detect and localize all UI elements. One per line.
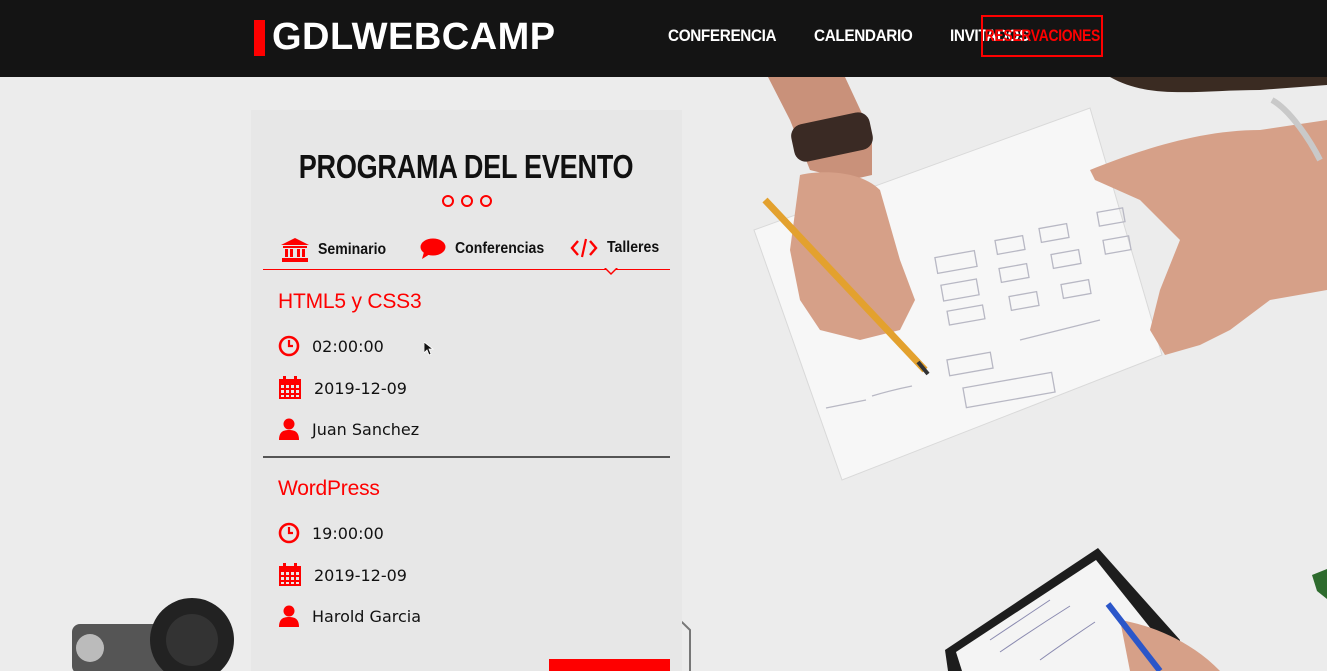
main-nav: CONFERENCIA CALENDARIO INVITADOS RESERVA… xyxy=(668,15,1103,57)
user-icon xyxy=(279,605,299,627)
code-icon xyxy=(570,238,598,258)
program-tabs: Seminario Conferencias Talleres xyxy=(263,232,670,275)
logo-text: GDLWEBCAMP xyxy=(272,16,556,58)
nav-reservaciones-label: RESERVACIONES xyxy=(984,26,1100,45)
program-title: PROGRAMA DEL EVENTO xyxy=(299,148,634,185)
event-title: HTML5 y CSS3 xyxy=(278,290,422,313)
bank-icon xyxy=(281,238,309,262)
mouse-cursor-icon xyxy=(424,342,434,356)
tab-label: Talleres xyxy=(607,239,660,256)
event-time-value: 19:00:00 xyxy=(312,523,384,543)
event-speaker-value: Harold Garcia xyxy=(312,606,422,626)
event-speaker-value: Juan Sanchez xyxy=(312,419,420,439)
event-speaker: Juan Sanchez xyxy=(278,418,419,440)
tab-talleres[interactable]: Talleres xyxy=(570,238,666,258)
tab-label: Conferencias xyxy=(455,240,545,257)
event-time-value: 02:00:00 xyxy=(312,336,384,356)
event-date-value: 2019-12-09 xyxy=(314,565,407,585)
decoration-dot xyxy=(442,195,454,207)
event-time: 02:00:00 xyxy=(278,335,384,357)
title-decoration-dots xyxy=(442,195,492,207)
nav-link-calendario[interactable]: CALENDARIO xyxy=(814,26,913,46)
event-speaker: Harold Garcia xyxy=(278,605,421,627)
clock-icon xyxy=(278,335,300,357)
tab-seminario[interactable]: Seminario xyxy=(281,238,395,262)
site-logo[interactable]: GDLWEBCAMP xyxy=(254,16,556,59)
user-icon xyxy=(279,418,299,440)
calendar-icon xyxy=(279,563,301,586)
event-divider xyxy=(263,456,670,458)
logo-accent-bar xyxy=(254,19,265,56)
decoration-dot xyxy=(480,195,492,207)
tab-label: Seminario xyxy=(318,241,387,258)
program-more-button[interactable] xyxy=(549,659,670,671)
event-title: WordPress xyxy=(278,477,380,500)
event-date-value: 2019-12-09 xyxy=(314,378,407,398)
nav-reservaciones-button[interactable]: RESERVACIONES xyxy=(981,15,1103,57)
clock-icon xyxy=(278,522,300,544)
event-date: 2019-12-09 xyxy=(278,563,407,587)
site-header: GDLWEBCAMP CONFERENCIA CALENDARIO INVITA… xyxy=(0,0,1327,77)
calendar-icon xyxy=(279,376,301,399)
event-time: 19:00:00 xyxy=(278,522,384,544)
nav-link-conferencia[interactable]: CONFERENCIA xyxy=(668,26,777,46)
decoration-dot xyxy=(461,195,473,207)
active-tab-caret xyxy=(604,266,618,275)
event-date: 2019-12-09 xyxy=(278,376,407,400)
speech-bubble-icon xyxy=(420,238,446,259)
tab-conferencias[interactable]: Conferencias xyxy=(420,238,556,260)
program-title-wrap: PROGRAMA DEL EVENTO xyxy=(251,148,682,186)
